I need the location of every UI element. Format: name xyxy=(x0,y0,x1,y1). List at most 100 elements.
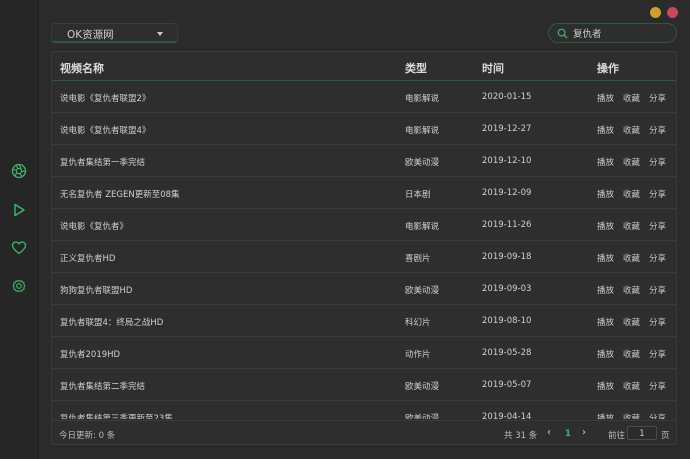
heart-icon[interactable] xyxy=(11,240,27,256)
share-button[interactable]: 分享 xyxy=(649,252,666,264)
play-icon[interactable] xyxy=(11,202,27,218)
search-box[interactable] xyxy=(548,23,677,43)
favorite-button[interactable]: 收藏 xyxy=(623,284,640,296)
favorite-button[interactable]: 收藏 xyxy=(623,124,640,136)
video-time: 2019-12-10 xyxy=(482,156,532,166)
play-button[interactable]: 播放 xyxy=(597,380,614,392)
share-button[interactable]: 分享 xyxy=(649,188,666,200)
table-row[interactable]: 复仇者集结第三季更新至23集 欧美动漫 2019-04-14 播放 收藏 分享 xyxy=(52,401,676,419)
table-row[interactable]: 正义复仇者HD 喜剧片 2019-09-18 播放 收藏 分享 xyxy=(52,241,676,273)
share-button[interactable]: 分享 xyxy=(649,92,666,104)
video-time: 2019-08-10 xyxy=(482,316,532,326)
source-select[interactable]: OK资源网 xyxy=(51,23,178,43)
play-button[interactable]: 播放 xyxy=(597,156,614,168)
table-row[interactable]: 说电影《复仇者联盟2》 电影解说 2020-01-15 播放 收藏 分享 xyxy=(52,81,676,113)
video-type: 欧美动漫 xyxy=(405,382,440,392)
video-type: 欧美动漫 xyxy=(405,158,440,168)
current-page[interactable]: 1 xyxy=(565,429,571,439)
favorite-button[interactable]: 收藏 xyxy=(623,348,640,360)
close-button[interactable] xyxy=(667,7,678,18)
video-name: 说电影《复仇者》 xyxy=(60,222,129,232)
video-name: 狗狗复仇者联盟HD xyxy=(60,286,133,296)
video-name: 无名复仇者 ZEGEN更新至08集 xyxy=(60,190,180,200)
play-button[interactable]: 播放 xyxy=(597,124,614,136)
video-time: 2019-11-26 xyxy=(482,220,532,230)
favorite-button[interactable]: 收藏 xyxy=(623,252,640,264)
prev-page-button[interactable]: ‹ xyxy=(547,427,551,438)
video-name: 复仇者联盟4：终局之战HD xyxy=(60,318,164,328)
video-time: 2019-09-03 xyxy=(482,284,532,294)
video-type: 电影解说 xyxy=(405,94,440,104)
aperture-icon[interactable] xyxy=(11,163,27,179)
header-name: 视频名称 xyxy=(60,62,104,75)
favorite-button[interactable]: 收藏 xyxy=(623,380,640,392)
video-type: 日本剧 xyxy=(405,190,431,200)
header-actions: 操作 xyxy=(597,62,619,75)
video-type: 电影解说 xyxy=(405,222,440,232)
next-page-button[interactable]: › xyxy=(582,427,586,438)
results-table: 视频名称 类型 时间 操作 说电影《复仇者联盟2》 电影解说 2020-01-15 播… xyxy=(51,51,677,445)
table-row[interactable]: 无名复仇者 ZEGEN更新至08集 日本剧 2019-12-09 播放 收藏 分享 xyxy=(52,177,676,209)
share-button[interactable]: 分享 xyxy=(649,220,666,232)
table-header: 视频名称 类型 时间 操作 xyxy=(52,52,676,81)
source-select-value: OK资源网 xyxy=(67,29,114,41)
video-name: 复仇者集结第二季完结 xyxy=(60,382,146,392)
play-button[interactable]: 播放 xyxy=(597,348,614,360)
goto-page-input[interactable]: 1 xyxy=(627,426,657,440)
favorite-button[interactable]: 收藏 xyxy=(623,412,640,419)
video-name: 复仇者集结第一季完结 xyxy=(60,158,146,168)
share-button[interactable]: 分享 xyxy=(649,124,666,136)
gear-icon[interactable] xyxy=(11,278,27,294)
share-button[interactable]: 分享 xyxy=(649,348,666,360)
goto-label: 前往 xyxy=(608,431,626,441)
search-icon xyxy=(557,28,568,39)
table-row[interactable]: 说电影《复仇者联盟4》 电影解说 2019-12-27 播放 收藏 分享 xyxy=(52,113,676,145)
table-body: 说电影《复仇者联盟2》 电影解说 2020-01-15 播放 收藏 分享 说电影《复仇者联盟… xyxy=(52,81,676,419)
play-button[interactable]: 播放 xyxy=(597,220,614,232)
video-name: 复仇者2019HD xyxy=(60,350,121,360)
favorite-button[interactable]: 收藏 xyxy=(623,156,640,168)
table-row[interactable]: 复仇者2019HD 动作片 2019-05-28 播放 收藏 分享 xyxy=(52,337,676,369)
play-button[interactable]: 播放 xyxy=(597,316,614,328)
table-footer: 今日更新: 0 条 共 31 条 ‹ 1 › 前往 1 页 xyxy=(52,420,676,444)
favorite-button[interactable]: 收藏 xyxy=(623,220,640,232)
minimize-button[interactable] xyxy=(650,7,661,18)
sidebar xyxy=(0,0,39,459)
header-type: 类型 xyxy=(405,62,427,75)
play-button[interactable]: 播放 xyxy=(597,252,614,264)
video-name: 正义复仇者HD xyxy=(60,254,116,264)
favorite-button[interactable]: 收藏 xyxy=(623,316,640,328)
video-time: 2019-05-28 xyxy=(482,348,532,358)
video-type: 动作片 xyxy=(405,350,431,360)
play-button[interactable]: 播放 xyxy=(597,412,614,419)
favorite-button[interactable]: 收藏 xyxy=(623,188,640,200)
video-type: 欧美动漫 xyxy=(405,286,440,296)
video-name: 说电影《复仇者联盟2》 xyxy=(60,94,151,104)
video-type: 喜剧片 xyxy=(405,254,431,264)
table-row[interactable]: 复仇者联盟4：终局之战HD 科幻片 2019-08-10 播放 收藏 分享 xyxy=(52,305,676,337)
header-time: 时间 xyxy=(482,62,504,75)
share-button[interactable]: 分享 xyxy=(649,156,666,168)
video-name: 说电影《复仇者联盟4》 xyxy=(60,126,151,136)
total-count: 共 31 条 xyxy=(504,431,538,441)
video-time: 2019-05-07 xyxy=(482,380,532,390)
share-button[interactable]: 分享 xyxy=(649,380,666,392)
video-type: 欧美动漫 xyxy=(405,414,440,419)
table-row[interactable]: 复仇者集结第二季完结 欧美动漫 2019-05-07 播放 收藏 分享 xyxy=(52,369,676,401)
share-button[interactable]: 分享 xyxy=(649,284,666,296)
video-time: 2019-12-27 xyxy=(482,124,532,134)
table-row[interactable]: 说电影《复仇者》 电影解说 2019-11-26 播放 收藏 分享 xyxy=(52,209,676,241)
play-button[interactable]: 播放 xyxy=(597,92,614,104)
table-row[interactable]: 狗狗复仇者联盟HD 欧美动漫 2019-09-03 播放 收藏 分享 xyxy=(52,273,676,305)
share-button[interactable]: 分享 xyxy=(649,412,666,419)
video-time: 2019-04-14 xyxy=(482,412,532,419)
video-time: 2019-12-09 xyxy=(482,188,532,198)
share-button[interactable]: 分享 xyxy=(649,316,666,328)
video-type: 电影解说 xyxy=(405,126,440,136)
table-row[interactable]: 复仇者集结第一季完结 欧美动漫 2019-12-10 播放 收藏 分享 xyxy=(52,145,676,177)
favorite-button[interactable]: 收藏 xyxy=(623,92,640,104)
play-button[interactable]: 播放 xyxy=(597,188,614,200)
play-button[interactable]: 播放 xyxy=(597,284,614,296)
search-input[interactable] xyxy=(573,26,669,40)
video-time: 2019-09-18 xyxy=(482,252,532,262)
